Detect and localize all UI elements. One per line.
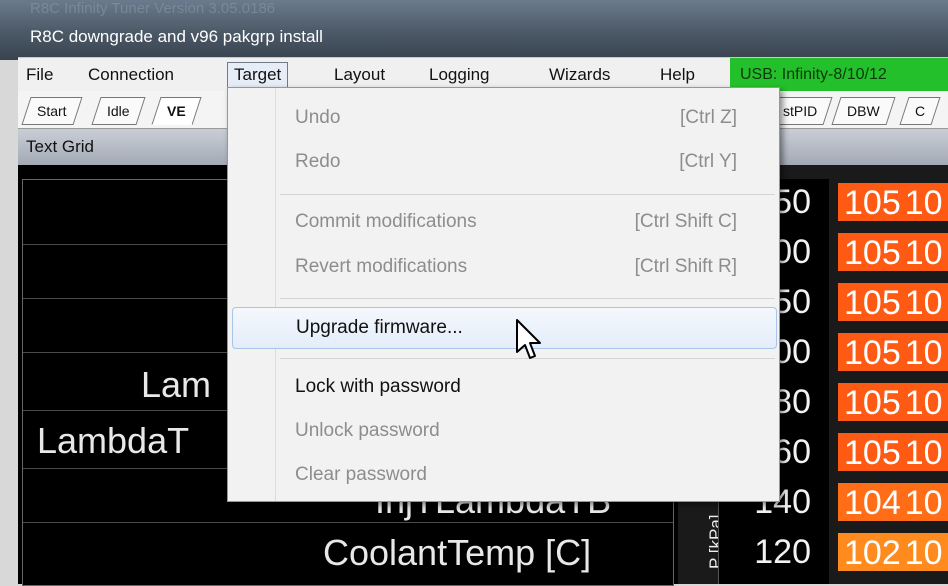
map-cell[interactable]: 105 10 (838, 333, 948, 373)
tab-c[interactable]: C (899, 97, 941, 125)
tab-dbw[interactable]: DBW (831, 97, 896, 125)
commit-label: Commit modifications (295, 211, 477, 232)
menu-item-clear-password[interactable]: Clear password (276, 455, 779, 495)
menu-item-upgrade-firmware[interactable]: Upgrade firmware... (232, 307, 777, 349)
grid-label-lambda-target: LambdaT (37, 420, 190, 461)
unlock-label: Unlock password (295, 420, 440, 441)
cell-value: 105 (844, 334, 901, 372)
cell-value-next: 10 (904, 234, 943, 272)
revert-shortcut: [Ctrl Shift R] (634, 256, 737, 277)
map-cells: 105 10 105 10 105 10 105 10 105 10 105 10 104 10 102 10 (838, 179, 948, 584)
cell-value: 104 (844, 484, 901, 522)
grid-divider (23, 522, 673, 523)
cell-value-next: 10 (904, 484, 943, 522)
upgrade-label: Upgrade firmware... (296, 317, 463, 338)
map-cell[interactable]: 105 10 (838, 433, 948, 473)
cell-value: 105 (844, 434, 901, 472)
menu-item-unlock-password[interactable]: Unlock password (276, 411, 779, 451)
map-cell[interactable]: 105 10 (838, 183, 948, 223)
tab-stpid-label: stPID (783, 103, 818, 119)
title-bar: R8C Infinity Tuner Version 3.05.0186 R8C… (0, 0, 948, 60)
commit-shortcut: [Ctrl Shift C] (634, 211, 737, 232)
menu-separator (280, 298, 775, 299)
menu-item-undo[interactable]: Undo [Ctrl Z] (276, 98, 779, 138)
map-cell[interactable]: 104 10 (838, 483, 948, 523)
cell-value-next: 10 (904, 434, 943, 472)
tab-c-label: C (915, 103, 926, 119)
tab-start-label: Start (37, 103, 67, 119)
cell-value: 105 (844, 184, 901, 222)
menu-item-commit-modifications[interactable]: Commit modifications [Ctrl Shift C] (276, 202, 779, 242)
revert-label: Revert modifications (295, 256, 468, 277)
map-cell[interactable]: 105 10 (838, 383, 948, 423)
cell-value: 105 (844, 234, 901, 272)
tab-ve[interactable]: VE (151, 97, 202, 125)
mouse-pointer-icon (516, 319, 541, 359)
clear-label: Clear password (295, 464, 427, 485)
undo-shortcut: [Ctrl Z] (680, 107, 737, 128)
grid-label-coolant: CoolantTemp [C] (323, 532, 592, 573)
cell-value-next: 10 (904, 284, 943, 322)
tab-idle-label: Idle (107, 103, 130, 119)
tab-ve-label: VE (167, 103, 186, 119)
map-cell[interactable]: 102 10 (838, 533, 948, 573)
menu-item-lock-with-password[interactable]: Lock with password (276, 367, 779, 407)
menu-item-redo[interactable]: Redo [Ctrl Y] (276, 142, 779, 182)
redo-label: Redo (295, 151, 341, 172)
cell-value: 105 (844, 384, 901, 422)
menu-bar: File Connection Target Layout Logging Wi… (18, 57, 948, 92)
target-dropdown-menu: Undo [Ctrl Z] Redo [Ctrl Y] Commit modif… (227, 87, 780, 502)
menu-target[interactable]: Target (227, 62, 289, 90)
cell-value-next: 10 (904, 184, 943, 222)
menu-item-revert-modifications[interactable]: Revert modifications [Ctrl Shift R] (276, 247, 779, 287)
menu-wizards[interactable]: Wizards (543, 62, 616, 88)
menu-file[interactable]: File (20, 62, 59, 88)
grid-label-lambda: Lam (141, 364, 212, 405)
tab-dbw-label: DBW (847, 103, 880, 119)
cell-value-next: 10 (904, 384, 943, 422)
cell-value-next: 10 (904, 334, 943, 372)
menu-logging[interactable]: Logging (423, 62, 496, 88)
map-cell[interactable]: 105 10 (838, 233, 948, 273)
menu-layout[interactable]: Layout (328, 62, 391, 88)
redo-shortcut: [Ctrl Y] (679, 151, 737, 172)
axis-value: 120 (754, 533, 811, 571)
undo-label: Undo (295, 107, 341, 128)
tab-idle[interactable]: Idle (91, 97, 146, 125)
background-window-title: R8C Infinity Tuner Version 3.05.0186 (30, 0, 276, 17)
menu-connection[interactable]: Connection (82, 62, 180, 88)
window-title: R8C downgrade and v96 pakgrp install (30, 27, 323, 46)
cell-value-next: 10 (904, 534, 943, 572)
menu-help[interactable]: Help (654, 62, 701, 88)
cell-value: 102 (844, 534, 901, 572)
cell-value: 105 (844, 284, 901, 322)
lock-label: Lock with password (295, 376, 461, 397)
map-cell[interactable]: 105 10 (838, 283, 948, 323)
menu-separator (280, 194, 775, 195)
menu-icon-gutter (228, 88, 276, 501)
tab-start[interactable]: Start (21, 97, 83, 125)
